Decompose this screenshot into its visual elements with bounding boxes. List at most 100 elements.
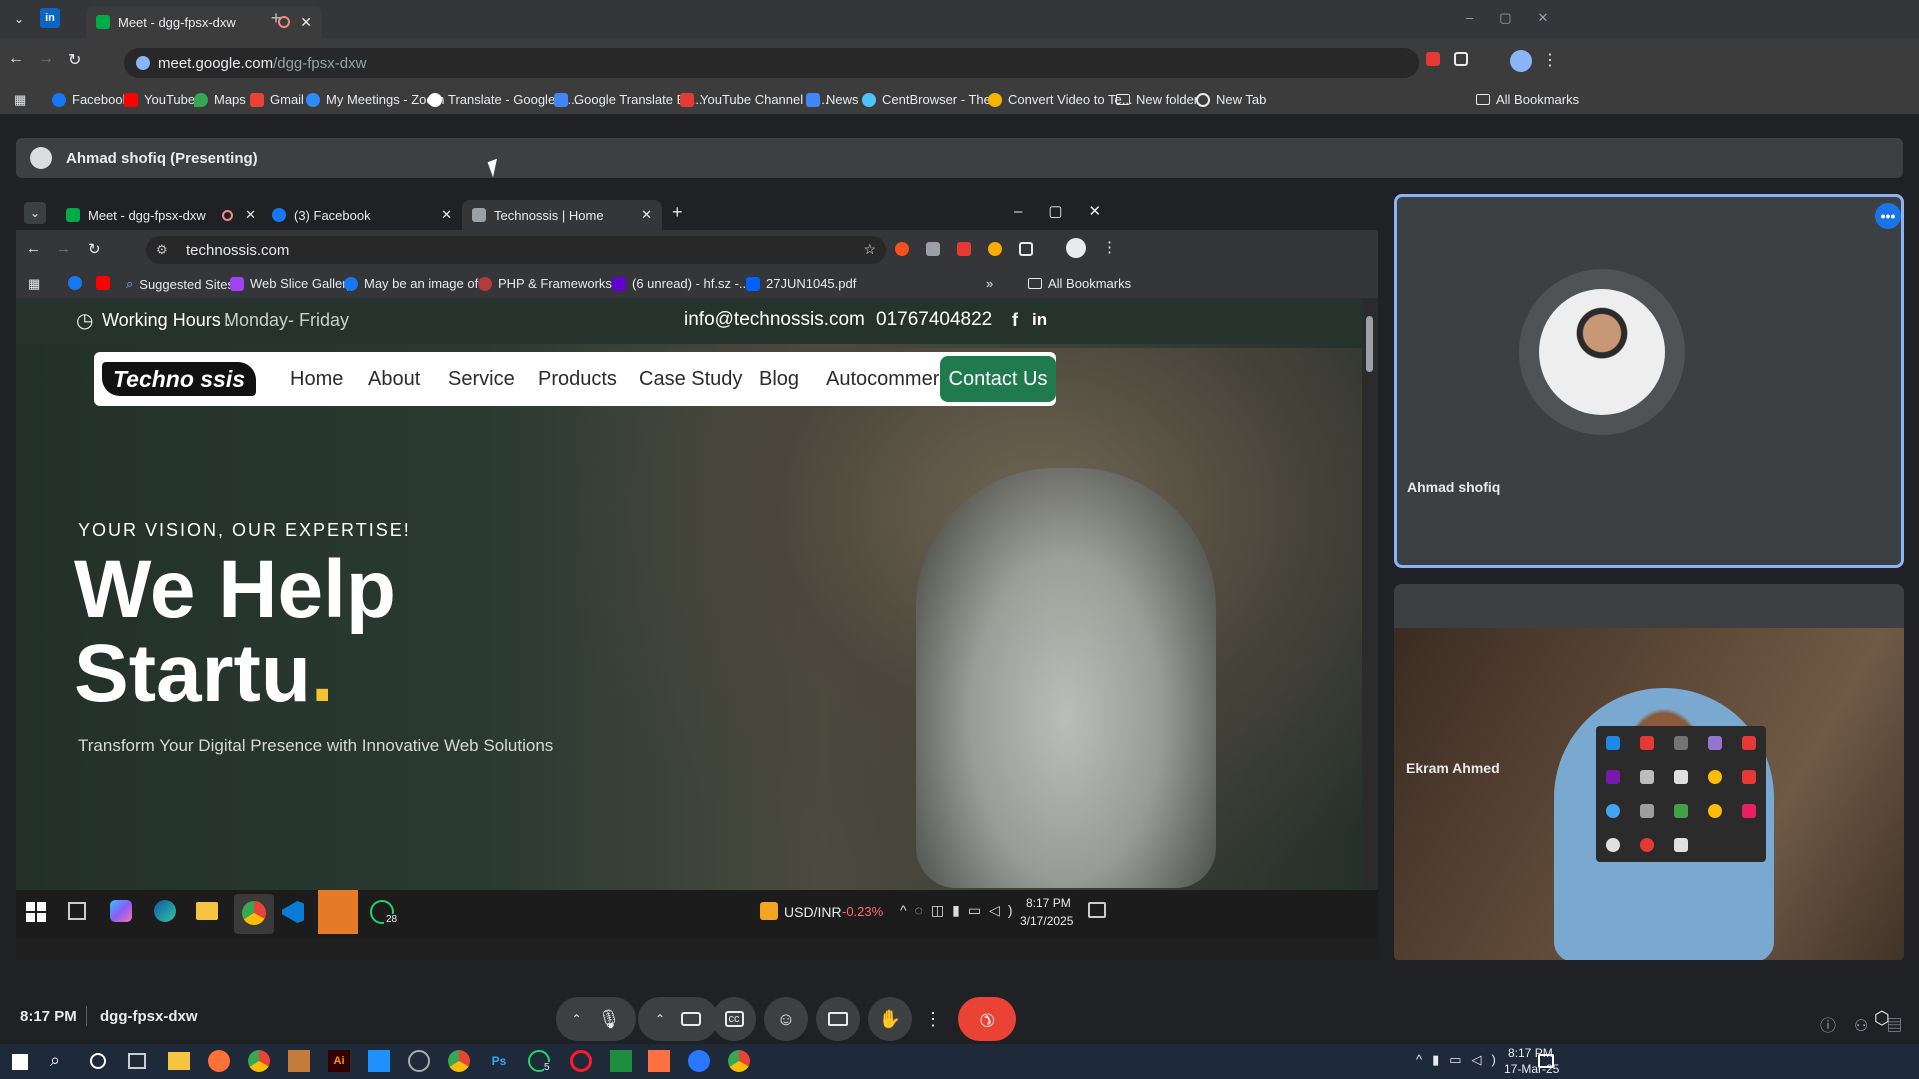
tab-search-chevron-icon[interactable]: ⌄ [8, 8, 30, 30]
inner-clock-date[interactable]: 3/17/2025 [1020, 914, 1073, 928]
bookmark-news[interactable]: News [806, 92, 859, 107]
more-bookmarks-icon[interactable]: » [986, 276, 993, 291]
nav-products[interactable]: Products [538, 368, 617, 391]
app-icon[interactable] [408, 1050, 430, 1072]
bookmark-facebook[interactable] [68, 276, 82, 290]
tab-search-chevron-icon[interactable]: ⌄ [24, 202, 46, 224]
photoshop-icon[interactable]: Ps [488, 1050, 510, 1072]
tray-app-icon[interactable] [1674, 736, 1688, 750]
site-controls-icon[interactable]: ⚙ [156, 242, 168, 258]
bookmark-suggested-sites[interactable]: ⌕ Suggested Sites [126, 276, 234, 292]
meet-side-icons[interactable]: ⓘ⚇▤ [1820, 1012, 1919, 1036]
windows-start-icon[interactable] [26, 902, 46, 922]
chrome-icon[interactable] [448, 1050, 470, 1072]
app-icon[interactable] [688, 1050, 710, 1072]
bookmark-maps[interactable]: Maps [194, 92, 246, 107]
opera-icon[interactable] [570, 1050, 592, 1072]
cortana-icon[interactable] [90, 1053, 106, 1069]
outer-tab-meet[interactable]: Meet - dgg-fpsx-dxw ✕ [86, 6, 322, 38]
inner-tab-technossis[interactable]: Technossis | Home ✕ [462, 200, 662, 230]
ext-icon[interactable] [957, 242, 971, 256]
inner-window-controls[interactable]: –▢✕ [1014, 202, 1127, 220]
extensions-puzzle-icon[interactable] [1019, 242, 1033, 256]
tray-app-icon[interactable] [1708, 770, 1722, 784]
apps-grid-icon[interactable]: ▦ [28, 276, 40, 292]
tray-app-icon[interactable] [1640, 770, 1654, 784]
kebab-menu-icon[interactable]: ⋮ [1102, 238, 1117, 256]
copilot-icon[interactable] [110, 900, 132, 922]
bookmark-gmail[interactable]: Gmail [250, 92, 304, 107]
bookmark-centbrowser[interactable]: CentBrowser - The... [862, 92, 1002, 107]
inner-clock-time[interactable]: 8:17 PM [1026, 896, 1071, 910]
raise-hand-button[interactable]: ✋ [868, 997, 912, 1041]
participant-tile-ahmad[interactable]: ••• Ahmad shofiq [1394, 194, 1904, 568]
chrome-icon[interactable] [248, 1050, 270, 1072]
camera-icon[interactable] [681, 1012, 702, 1026]
windows-start-icon[interactable] [12, 1054, 28, 1070]
contact-email[interactable]: info@technossis.com [684, 309, 865, 331]
task-view-icon[interactable] [128, 1053, 146, 1069]
notifications-icon[interactable] [1088, 902, 1106, 918]
nav-service[interactable]: Service [448, 368, 515, 391]
mic-options-chevron-icon[interactable]: ⌃ [572, 1012, 582, 1026]
tray-app-icon[interactable] [1742, 804, 1756, 818]
present-button[interactable] [816, 997, 860, 1041]
mic-icon[interactable]: 🎙 [598, 1009, 621, 1030]
outer-address-bar[interactable]: meet.google.com/dgg-fpsx-dxw [124, 48, 1419, 78]
tray-app-icon[interactable] [1606, 804, 1620, 818]
bookmark-new-folder[interactable]: New folder [1116, 92, 1198, 107]
tray-app-icon[interactable] [1742, 770, 1756, 784]
scrollbar-thumb[interactable] [1366, 316, 1373, 372]
nav-case-study[interactable]: Case Study [639, 368, 742, 391]
technossis-logo[interactable]: Techno ssis [102, 362, 256, 396]
bookmark-zoom[interactable]: My Meetings - Zoom [306, 92, 444, 107]
participant-tile-ekram[interactable]: Ekram Ahmed [1394, 584, 1904, 962]
file-explorer-icon[interactable] [168, 1052, 190, 1070]
bookmark-facebook[interactable]: Facebook [52, 92, 129, 107]
task-view-icon[interactable] [68, 902, 86, 920]
bluetooth-icon[interactable] [1606, 736, 1620, 750]
linkedin-pinned-tab-icon[interactable]: in [40, 8, 60, 28]
bookmark-youtube[interactable] [96, 276, 110, 290]
forward-icon[interactable]: → [38, 50, 54, 68]
close-tab-icon[interactable]: ✕ [441, 207, 452, 223]
ticker-symbol[interactable]: USD/INR [784, 904, 842, 920]
new-tab-icon[interactable]: + [266, 8, 286, 28]
meeting-code[interactable]: dgg-fpsx-dxw [100, 1008, 198, 1025]
bookmark-convert-video[interactable]: Convert Video to Te... [988, 92, 1133, 107]
apps-grid-icon[interactable]: ▦ [14, 92, 26, 108]
tray-app-icon[interactable] [1640, 736, 1654, 750]
inner-tab-facebook[interactable]: (3) Facebook ✕ [262, 200, 452, 230]
profile-avatar[interactable] [1066, 238, 1086, 258]
cloud-app-icon[interactable] [318, 890, 358, 934]
site-info-icon[interactable] [136, 56, 150, 70]
activities-icon[interactable]: ⬡ [1874, 1008, 1890, 1029]
bookmark-php[interactable]: PHP & Frameworks... [478, 276, 623, 291]
action-center-icon[interactable] [1538, 1054, 1554, 1068]
app-icon[interactable] [368, 1050, 390, 1072]
back-icon[interactable]: ← [26, 240, 41, 257]
illustrator-icon[interactable]: Ai [328, 1050, 350, 1072]
bookmark-new-tab[interactable]: New Tab [1196, 92, 1266, 107]
search-icon[interactable]: ⌕ [50, 1050, 60, 1071]
more-options-button[interactable]: ⋮ [918, 997, 948, 1041]
back-icon[interactable]: ← [8, 50, 24, 68]
bookmark-image[interactable]: May be an image of... [344, 276, 489, 291]
nav-blog[interactable]: Blog [759, 368, 799, 391]
all-bookmarks[interactable]: All Bookmarks [1028, 276, 1131, 291]
nav-home[interactable]: Home [290, 368, 343, 391]
bookmark-yahoo[interactable]: (6 unread) - hf.sz -... [612, 276, 750, 291]
ext-icon[interactable] [988, 242, 1002, 256]
all-bookmarks[interactable]: All Bookmarks [1476, 92, 1579, 107]
new-tab-icon[interactable]: + [672, 202, 683, 223]
contact-phone[interactable]: 01767404822 [876, 309, 992, 331]
tray-app-icon[interactable] [1674, 804, 1688, 818]
inner-tab-meet[interactable]: Meet - dgg-fpsx-dxw ✕ [56, 200, 256, 230]
app-icon[interactable] [288, 1050, 310, 1072]
ext-icon[interactable] [895, 242, 909, 256]
app-icon[interactable] [610, 1050, 632, 1072]
bookmark-star-icon[interactable]: ☆ [863, 241, 876, 258]
close-tab-icon[interactable]: ✕ [641, 207, 652, 223]
system-tray-icons[interactable]: ^◌◫▮▭◁) [900, 902, 1020, 919]
bookmark-youtube[interactable]: YouTube [124, 92, 195, 107]
